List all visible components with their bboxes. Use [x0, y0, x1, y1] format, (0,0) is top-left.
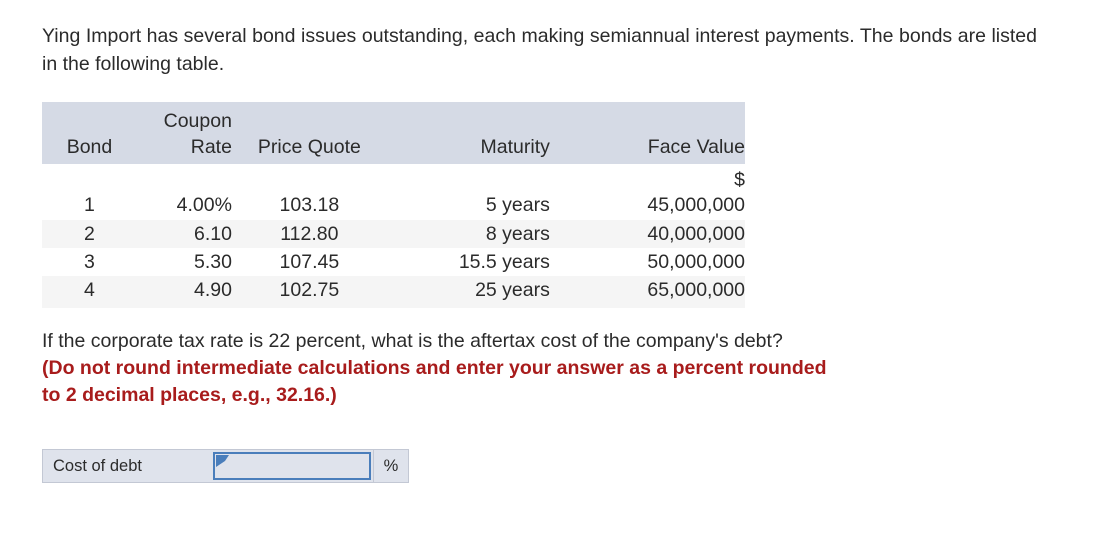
- cost-of-debt-label: Cost of debt: [53, 456, 142, 475]
- table-row: 2 6.10 112.80 8 years 40,000,000: [42, 220, 745, 248]
- column-header-coupon-rate: Coupon Rate: [136, 102, 232, 164]
- cell-coupon-rate: 5.30: [193, 251, 232, 273]
- column-header-bond-label: Bond: [66, 136, 113, 158]
- cell-coupon-rate: 4.90: [193, 279, 232, 301]
- cell-bond: 3: [84, 251, 95, 273]
- cell-price-quote: 102.75: [279, 279, 340, 301]
- cell-face-value: $ 45,000,000: [550, 164, 745, 220]
- column-header-coupon-line2: Rate: [190, 136, 232, 158]
- question-text: If the corporate tax rate is 22 percent,…: [42, 328, 1042, 409]
- answer-widget: Cost of debt %: [42, 449, 409, 483]
- table-row: 3 5.30 107.45 15.5 years 50,000,000: [42, 248, 745, 276]
- cell-price-quote: 112.80: [280, 223, 339, 245]
- cell-price-quote: 103.18: [279, 194, 340, 216]
- column-header-coupon-line1: Coupon: [163, 110, 232, 132]
- table-row: 4 4.90 102.75 25 years 65,000,000: [42, 276, 745, 308]
- cell-maturity: 25 years: [475, 279, 550, 301]
- cell-maturity: 15.5 years: [458, 251, 550, 273]
- question-line-1: If the corporate tax rate is 22 percent,…: [42, 330, 783, 352]
- bond-table-head: Bond Coupon Rate Price Quote Maturity Fa…: [42, 102, 745, 164]
- column-header-bond: Bond: [42, 102, 137, 164]
- cell-coupon-rate: 6.10: [193, 223, 232, 245]
- cell-price-quote: 107.45: [279, 251, 340, 273]
- cell-maturity: 8 years: [485, 223, 550, 245]
- column-header-price-quote-label: Price Quote: [257, 136, 361, 158]
- cell-coupon-rate: 4.00%: [176, 194, 232, 216]
- question-instruction-line-1: (Do not round intermediate calculations …: [42, 357, 827, 379]
- answer-input-cell: [211, 450, 373, 482]
- column-header-maturity: Maturity: [386, 102, 550, 164]
- cell-bond: 4: [84, 279, 95, 301]
- face-value-currency: $: [734, 169, 745, 191]
- cell-face-value: 50,000,000: [647, 251, 745, 273]
- bond-table-body: 1 4.00% 103.18 5 years $ 45,000,000 2 6.…: [42, 164, 745, 308]
- table-header-row: Bond Coupon Rate Price Quote Maturity Fa…: [42, 102, 745, 164]
- table-row: 1 4.00% 103.18 5 years $ 45,000,000: [42, 164, 745, 220]
- question-page: Ying Import has several bond issues outs…: [0, 0, 1104, 559]
- cell-bond: 2: [84, 223, 95, 245]
- intro-paragraph: Ying Import has several bond issues outs…: [42, 22, 1037, 78]
- column-header-face-value: Face Value: [549, 102, 745, 164]
- cell-maturity: 5 years: [485, 194, 550, 216]
- input-marker-icon: [216, 455, 229, 467]
- cell-bond: 1: [84, 194, 95, 216]
- cell-face-value: 40,000,000: [647, 223, 745, 245]
- column-header-face-value-label: Face Value: [647, 136, 745, 158]
- cell-face-value: 65,000,000: [647, 279, 745, 301]
- bond-table-container: Bond Coupon Rate Price Quote Maturity Fa…: [42, 102, 745, 308]
- bond-table: Bond Coupon Rate Price Quote Maturity Fa…: [42, 102, 745, 308]
- face-value-amount: 45,000,000: [647, 194, 745, 216]
- column-header-maturity-label: Maturity: [480, 136, 550, 158]
- question-instruction-line-2: to 2 decimal places, e.g., 32.16.): [42, 384, 337, 406]
- intro-text: Ying Import has several bond issues outs…: [42, 25, 1037, 75]
- column-header-price-quote: Price Quote: [231, 102, 387, 164]
- cost-of-debt-input[interactable]: [213, 452, 371, 480]
- percent-unit-label: %: [373, 450, 408, 482]
